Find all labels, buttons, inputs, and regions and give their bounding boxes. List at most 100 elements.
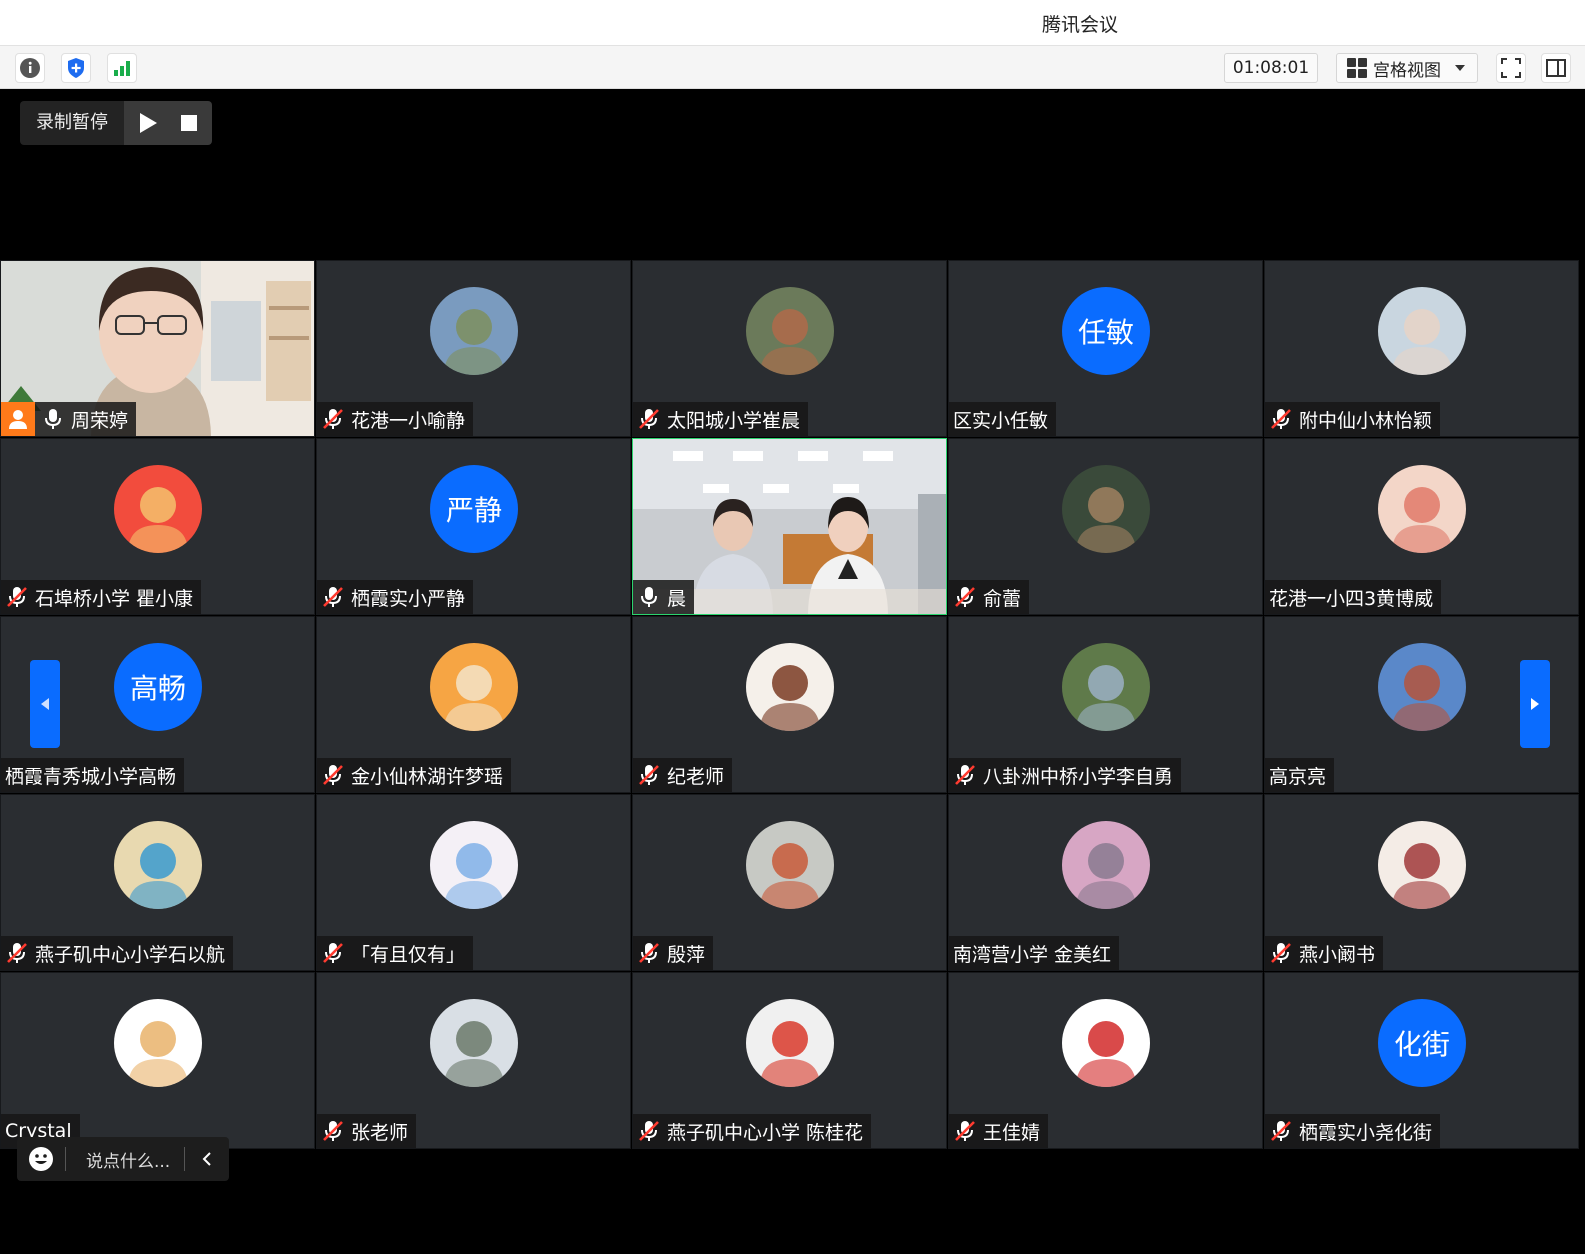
- participant-tile[interactable]: Crystal: [0, 972, 315, 1149]
- participant-tile[interactable]: 花港一小喻静: [316, 260, 631, 437]
- participant-nametag: 栖霞青秀城小学高畅: [1, 758, 185, 792]
- participant-tile[interactable]: 八卦洲中桥小学李自勇: [948, 616, 1263, 793]
- chat-input[interactable]: 说点什么...: [66, 1147, 184, 1172]
- mic-muted-icon: [321, 1119, 345, 1143]
- avatar: [1378, 821, 1466, 909]
- mic-muted-icon: [953, 1119, 977, 1143]
- participant-name: 花港一小喻静: [351, 409, 466, 432]
- participant-name: 八卦洲中桥小学李自勇: [983, 765, 1174, 788]
- participant-tile[interactable]: 晨: [632, 438, 947, 615]
- participant-name: 燕子矶中心小学石以航: [35, 943, 226, 966]
- avatar: [1378, 465, 1466, 553]
- participant-nametag: 附中仙小林怡颖: [1265, 402, 1441, 436]
- participant-tile[interactable]: 纪老师: [632, 616, 947, 793]
- participant-name: 殷萍: [667, 943, 706, 966]
- participant-name: 周荣婷: [71, 409, 129, 432]
- recording-status: 录制暂停: [20, 101, 124, 145]
- participant-nametag: 周荣婷: [1, 402, 137, 436]
- window-title: 腾讯会议: [1041, 14, 1118, 36]
- participant-name: 晨: [667, 587, 687, 610]
- participant-tile[interactable]: 任敏 区实小任敏: [948, 260, 1263, 437]
- avatar: [430, 287, 518, 375]
- mic-muted-icon: [637, 763, 661, 787]
- avatar: [114, 465, 202, 553]
- participant-tile[interactable]: 周荣婷: [0, 260, 315, 437]
- avatar: [1062, 643, 1150, 731]
- avatar: 化街: [1378, 999, 1466, 1087]
- mic-muted-icon: [637, 1119, 661, 1143]
- participant-nametag: 八卦洲中桥小学李自勇: [949, 758, 1182, 792]
- title-bar: 腾讯会议: [0, 0, 1585, 45]
- participant-tile[interactable]: 俞蕾: [948, 438, 1263, 615]
- participant-tile[interactable]: 严静栖霞实小严静: [316, 438, 631, 615]
- grid-view-icon: [1347, 58, 1367, 78]
- mic-icon: [637, 585, 661, 609]
- participant-tile[interactable]: 南湾营小学 金美红: [948, 794, 1263, 971]
- participant-name: 栖霞实小严静: [351, 587, 466, 610]
- emoji-icon[interactable]: [17, 1146, 65, 1172]
- participant-tile[interactable]: 殷萍: [632, 794, 947, 971]
- chat-input-bar: 说点什么...: [17, 1137, 229, 1181]
- participant-tile[interactable]: 燕子矶中心小学 陈桂花: [632, 972, 947, 1149]
- previous-page-button[interactable]: [30, 660, 60, 748]
- grid-view-dropdown[interactable]: 宫格视图: [1336, 53, 1478, 83]
- fullscreen-icon[interactable]: [1496, 53, 1526, 83]
- participant-name: 区实小任敏: [953, 409, 1049, 432]
- sidebar-toggle-icon[interactable]: [1541, 53, 1571, 83]
- participant-nametag: 张老师: [317, 1114, 417, 1148]
- participant-nametag: 燕子矶中心小学石以航: [1, 936, 234, 970]
- host-icon: [1, 402, 35, 436]
- info-icon[interactable]: [15, 53, 45, 83]
- mic-muted-icon: [321, 585, 345, 609]
- participant-name: 石埠桥小学 瞿小康: [35, 587, 194, 610]
- participant-name: 高京亮: [1269, 765, 1327, 788]
- participant-tile[interactable]: 石埠桥小学 瞿小康: [0, 438, 315, 615]
- avatar: [746, 999, 834, 1087]
- mic-muted-icon: [5, 585, 29, 609]
- avatar: [746, 287, 834, 375]
- participant-nametag: 花港一小四3黄博威: [1265, 580, 1442, 614]
- participant-tile[interactable]: 化街栖霞实小尧化街: [1264, 972, 1579, 1149]
- participant-tile[interactable]: 燕子矶中心小学石以航: [0, 794, 315, 971]
- participant-name: 俞蕾: [983, 587, 1022, 610]
- participant-nametag: 王佳婧: [949, 1114, 1049, 1148]
- avatar: [1062, 999, 1150, 1087]
- avatar: [430, 821, 518, 909]
- participant-nametag: 俞蕾: [949, 580, 1030, 614]
- recording-control: 录制暂停: [20, 101, 212, 145]
- participant-tile[interactable]: 附中仙小林怡颖: [1264, 260, 1579, 437]
- avatar: [1378, 287, 1466, 375]
- resume-recording-icon[interactable]: [138, 112, 158, 134]
- participant-name: 金小仙林湖许梦瑶: [351, 765, 504, 788]
- participant-tile[interactable]: 王佳婧: [948, 972, 1263, 1149]
- avatar: 严静: [430, 465, 518, 553]
- participant-name: 南湾营小学 金美红: [953, 943, 1112, 966]
- stop-recording-icon[interactable]: [180, 114, 198, 132]
- participant-nametag: 南湾营小学 金美红: [949, 936, 1120, 970]
- view-label: 宫格视图: [1373, 60, 1441, 81]
- mic-icon: [41, 407, 65, 431]
- participant-tile[interactable]: 太阳城小学崔晨: [632, 260, 947, 437]
- participant-name: 栖霞青秀城小学高畅: [5, 765, 177, 788]
- collapse-chat-button[interactable]: [185, 1151, 229, 1167]
- participant-nametag: 栖霞实小严静: [317, 580, 474, 614]
- participant-tile[interactable]: 张老师: [316, 972, 631, 1149]
- participant-name: 太阳城小学崔晨: [667, 409, 801, 432]
- mic-muted-icon: [321, 763, 345, 787]
- avatar: [1062, 465, 1150, 553]
- participant-tile[interactable]: 金小仙林湖许梦瑶: [316, 616, 631, 793]
- participant-tile[interactable]: 花港一小四3黄博威: [1264, 438, 1579, 615]
- participant-nametag: 纪老师: [633, 758, 733, 792]
- participant-nametag: 花港一小喻静: [317, 402, 474, 436]
- avatar: [114, 821, 202, 909]
- meeting-timer: 01:08:01: [1224, 53, 1318, 83]
- participant-tile[interactable]: 「有且仅有」: [316, 794, 631, 971]
- security-shield-icon[interactable]: [61, 53, 91, 83]
- avatar: [746, 821, 834, 909]
- chevron-left-icon: [202, 1152, 211, 1166]
- participant-nametag: 燕小阚书: [1265, 936, 1384, 970]
- participant-nametag: 栖霞实小尧化街: [1265, 1114, 1441, 1148]
- next-page-button[interactable]: [1520, 660, 1550, 748]
- participant-tile[interactable]: 燕小阚书: [1264, 794, 1579, 971]
- signal-icon[interactable]: [107, 53, 137, 83]
